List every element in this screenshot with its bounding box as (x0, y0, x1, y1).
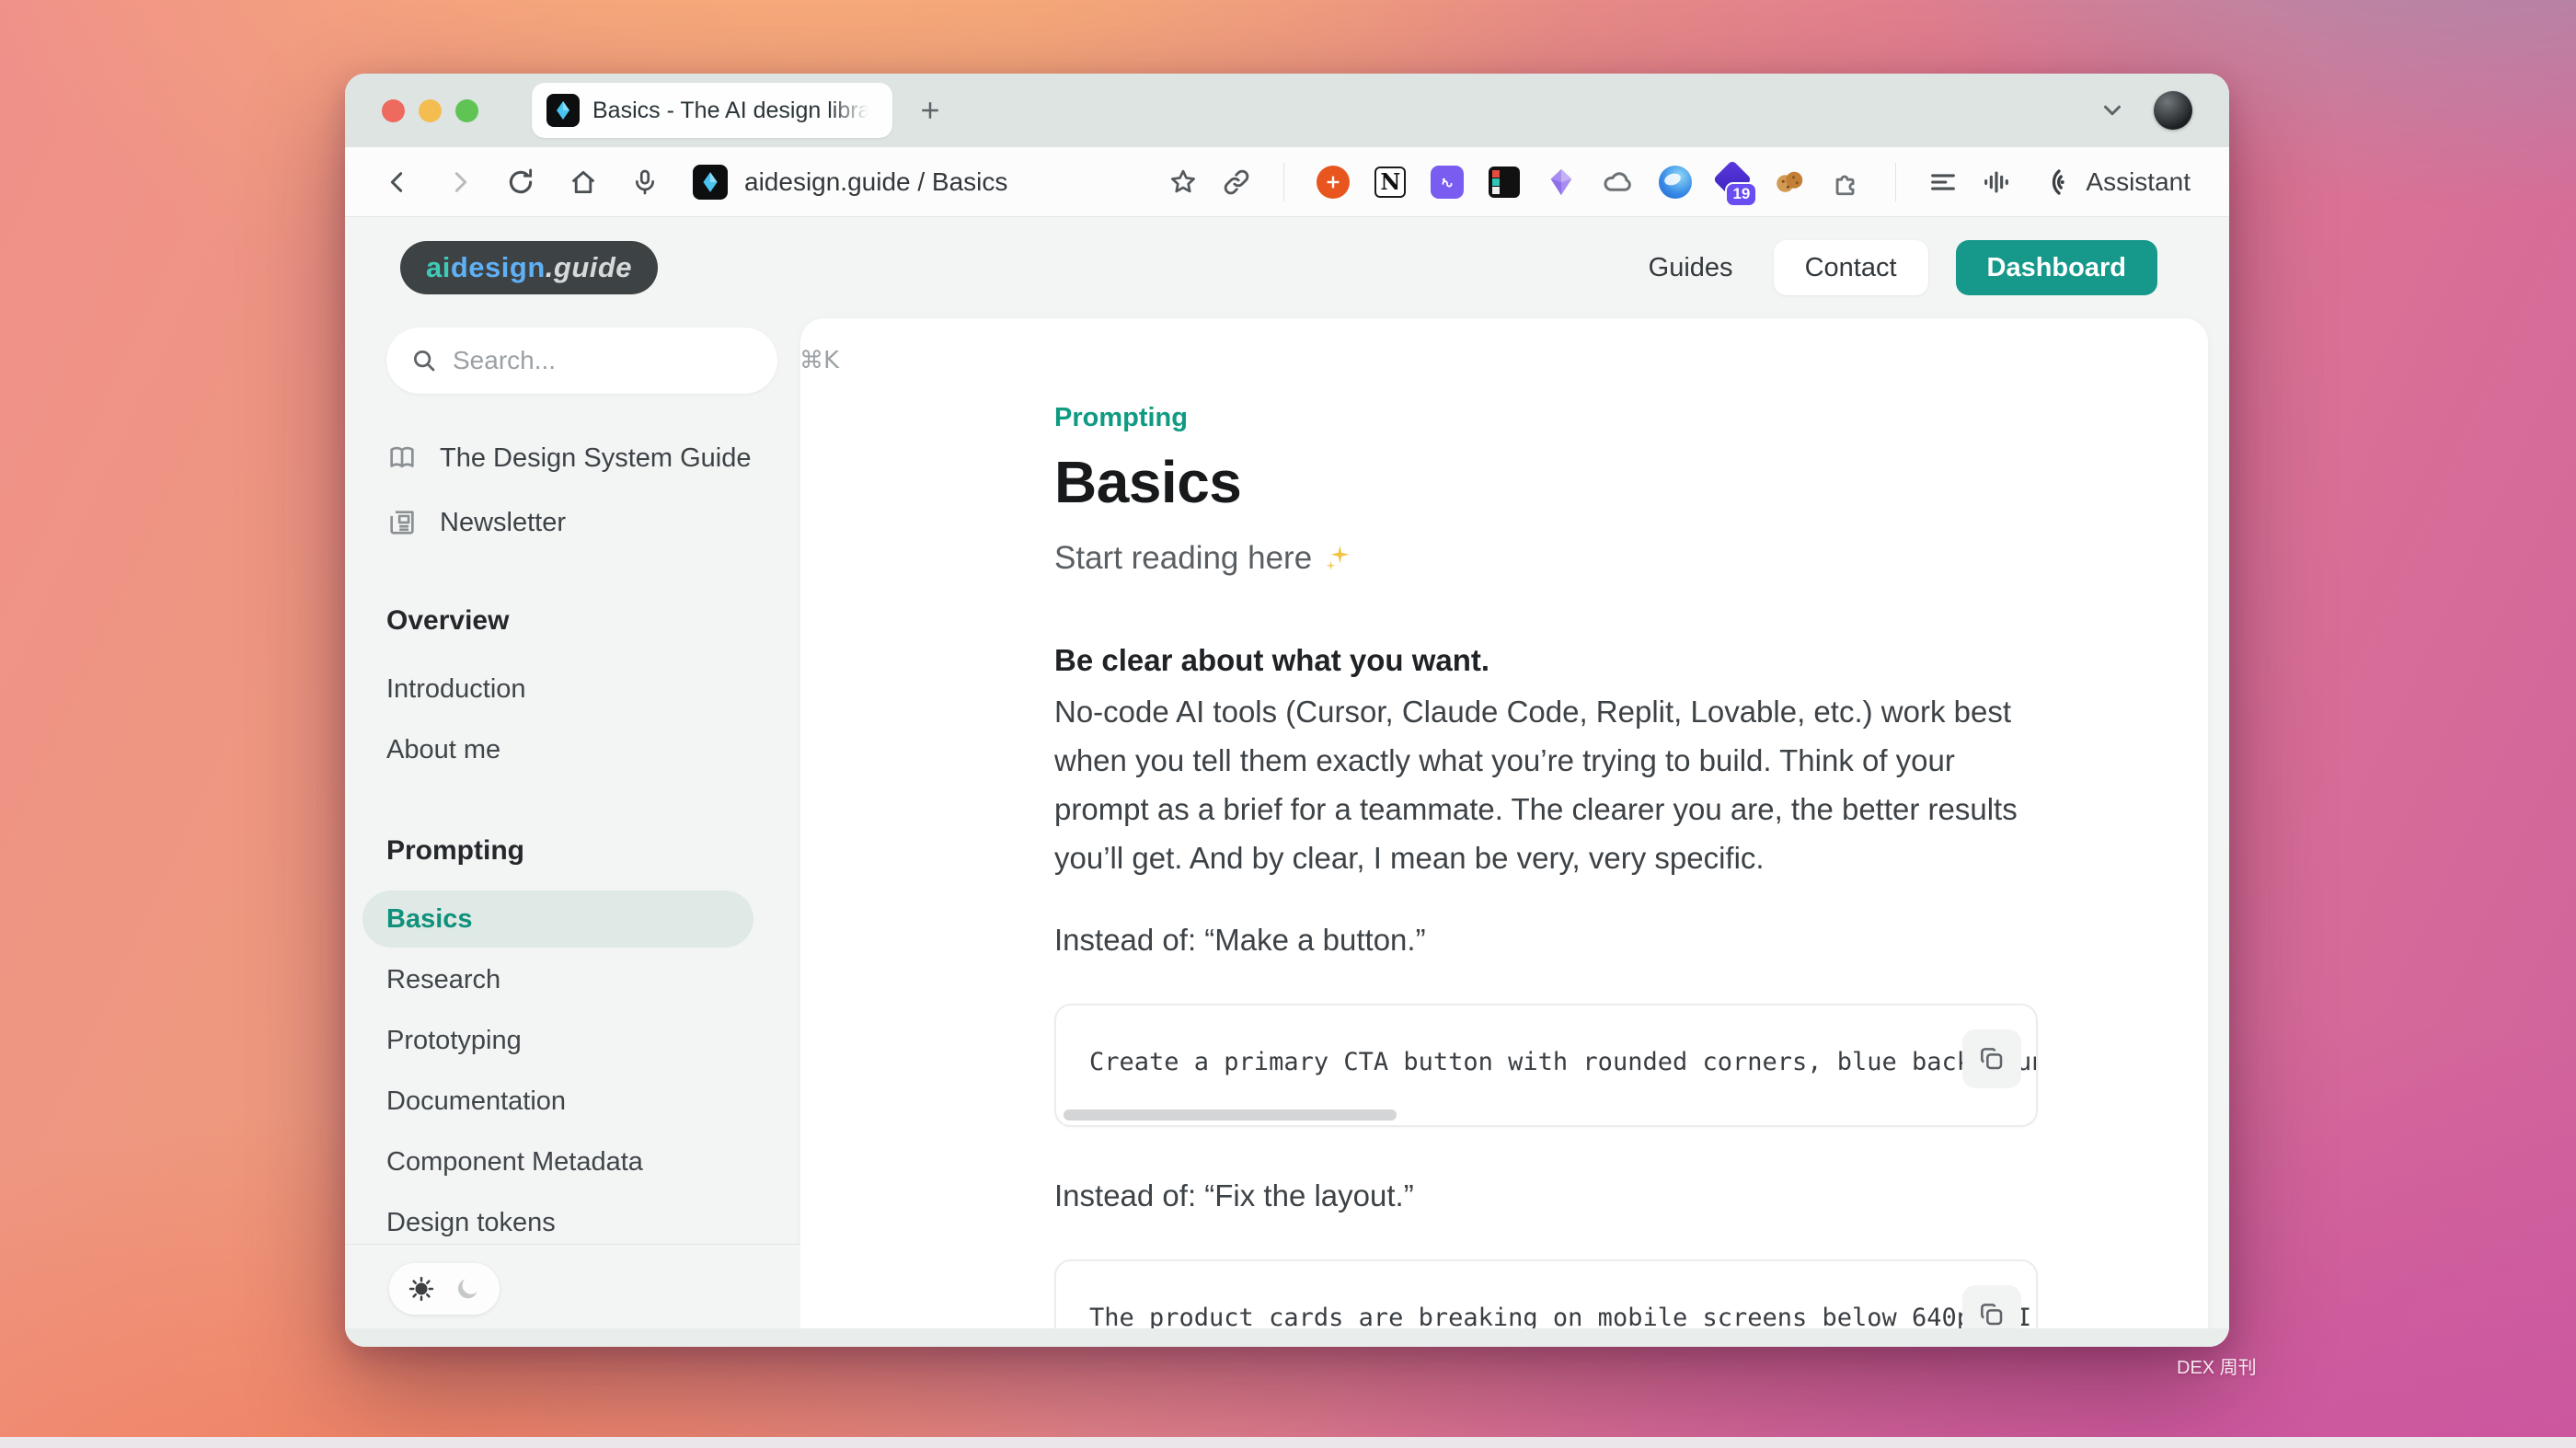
search-icon (410, 347, 438, 374)
profile-avatar[interactable] (2154, 91, 2192, 130)
url-favicon-icon (693, 165, 728, 200)
tab-title: Basics - The AI design librar (592, 98, 868, 124)
browser-toolbar: aidesign.guide / Basics N (345, 147, 2229, 217)
extension-badge: 19 (1725, 182, 1757, 207)
moon-icon[interactable] (454, 1275, 481, 1303)
home-button[interactable] (568, 167, 599, 198)
example-2-label: Instead of: “Fix the layout.” (1054, 1178, 2038, 1213)
assistant-wave-icon (2040, 166, 2073, 199)
sidebar-item-documentation[interactable]: Documentation (362, 1073, 753, 1130)
toolbar-divider (1895, 163, 1896, 201)
article-lead: Be clear about what you want. (1054, 643, 2038, 678)
sidebar-item-introduction[interactable]: Introduction (362, 661, 753, 718)
sun-icon[interactable] (408, 1275, 435, 1303)
sidebar-heading: Prompting (386, 835, 777, 867)
sidebar-link-label: The Design System Guide (440, 443, 751, 474)
sidebar-item-basics[interactable]: Basics (362, 891, 753, 948)
logo-part-guide: .guide (546, 251, 632, 284)
sidebar-link-newsletter[interactable]: Newsletter (386, 497, 777, 548)
book-icon (386, 442, 418, 474)
address-bar[interactable]: aidesign.guide / Basics (693, 165, 1007, 200)
extension-crystal-icon[interactable] (1544, 165, 1579, 200)
example-1-label: Instead of: “Make a button.” (1054, 923, 2038, 958)
desktop-watermark: DEX 周刊 (2177, 1352, 2257, 1379)
article-paragraph: No-code AI tools (Cursor, Claude Code, R… (1054, 687, 2038, 882)
extension-notion-icon[interactable]: N (1373, 165, 1408, 200)
extension-html-to-design-icon[interactable] (1487, 165, 1522, 200)
bookmark-star-icon[interactable] (1167, 167, 1199, 198)
close-window-button[interactable] (382, 99, 405, 122)
docs-sidebar: ⌘K The Design System Guide (345, 318, 800, 1347)
code-block-1: Create a primary CTA button with rounded… (1054, 1004, 2038, 1127)
assistant-label: Assistant (2086, 167, 2191, 197)
page-title: Basics (1054, 448, 2038, 516)
assistant-button[interactable]: Assistant (2040, 166, 2191, 199)
sidebar-section-overview: Overview Introduction About me (386, 605, 777, 778)
sidebar-item-about-me[interactable]: About me (362, 721, 753, 778)
search-box[interactable]: ⌘K (386, 328, 777, 394)
sidebar-heading: Overview (386, 605, 777, 637)
logo-part-ai: ai (426, 251, 451, 284)
logo-part-design: design (451, 251, 546, 284)
browser-window: Basics - The AI design librar (345, 74, 2229, 1347)
subtitle-text: Start reading here (1054, 540, 1312, 577)
window-controls (382, 99, 478, 122)
sidebar-link-design-system-guide[interactable]: The Design System Guide (386, 432, 777, 484)
site-favicon-icon (546, 94, 580, 127)
sidebar-item-prototyping[interactable]: Prototyping (362, 1012, 753, 1069)
extension-browser-blue-icon[interactable] (1658, 165, 1693, 200)
extensions-puzzle-icon[interactable] (1829, 165, 1864, 200)
window-bottom-edge (345, 1328, 2229, 1347)
desktop-bottom-strip (0, 1437, 2576, 1448)
sidebar-item-component-metadata[interactable]: Component Metadata (362, 1133, 753, 1190)
extension-cookies-icon[interactable] (1772, 165, 1807, 200)
theme-toggle[interactable] (389, 1263, 500, 1315)
minimize-window-button[interactable] (419, 99, 442, 122)
horizontal-scrollbar[interactable] (1064, 1109, 1397, 1120)
reading-list-icon[interactable] (1927, 167, 1959, 198)
article-card: Prompting Basics Start reading here Be c… (800, 318, 2208, 1347)
microphone-icon[interactable] (630, 167, 660, 197)
sparkles-icon (1323, 543, 1354, 574)
sidebar-section-prompting: Prompting Basics Research Prototyping Do… (386, 835, 777, 1251)
article-eyebrow: Prompting (1054, 403, 2038, 433)
sidebar-item-design-tokens[interactable]: Design tokens (362, 1194, 753, 1251)
forward-button[interactable] (444, 167, 474, 197)
extension-cloud-icon[interactable] (1601, 165, 1636, 200)
site-page: aidesign.guide Guides Contact Dashboard (345, 217, 2229, 1347)
back-button[interactable] (384, 167, 413, 197)
search-input[interactable] (453, 346, 785, 375)
chevron-down-icon[interactable] (2099, 97, 2126, 124)
copy-link-icon[interactable] (1221, 167, 1252, 198)
dashboard-button[interactable]: Dashboard (1956, 240, 2157, 295)
extension-diamond-19-icon[interactable]: 19 (1715, 165, 1750, 200)
new-tab-button[interactable] (916, 97, 944, 124)
zoom-window-button[interactable] (455, 99, 478, 122)
sidebar-link-label: Newsletter (440, 508, 566, 538)
url-text: aidesign.guide / Basics (744, 167, 1007, 197)
newspaper-icon (386, 507, 418, 538)
search-shortcut: ⌘K (799, 347, 839, 374)
browser-tab[interactable]: Basics - The AI design librar (532, 83, 892, 138)
contact-button[interactable]: Contact (1774, 240, 1928, 295)
toolbar-divider (1283, 163, 1284, 201)
extension-purple-app-icon[interactable] (1430, 165, 1465, 200)
copy-button[interactable] (1962, 1029, 2021, 1088)
extension-orange-plus-icon[interactable] (1316, 165, 1351, 200)
site-logo[interactable]: aidesign.guide (400, 241, 658, 294)
audio-waveform-icon[interactable] (1981, 167, 2012, 198)
article-subtitle: Start reading here (1054, 540, 2038, 577)
reload-button[interactable] (505, 167, 536, 198)
desktop-wallpaper: Basics - The AI design librar (0, 0, 2576, 1448)
browser-tab-bar: Basics - The AI design librar (345, 74, 2229, 147)
site-header: aidesign.guide Guides Contact Dashboard (345, 217, 2229, 318)
site-nav: Guides Contact Dashboard (1649, 240, 2157, 295)
sidebar-item-research[interactable]: Research (362, 951, 753, 1008)
code-text: Create a primary CTA button with rounded… (1089, 1037, 2003, 1088)
nav-link-guides[interactable]: Guides (1649, 253, 1733, 283)
